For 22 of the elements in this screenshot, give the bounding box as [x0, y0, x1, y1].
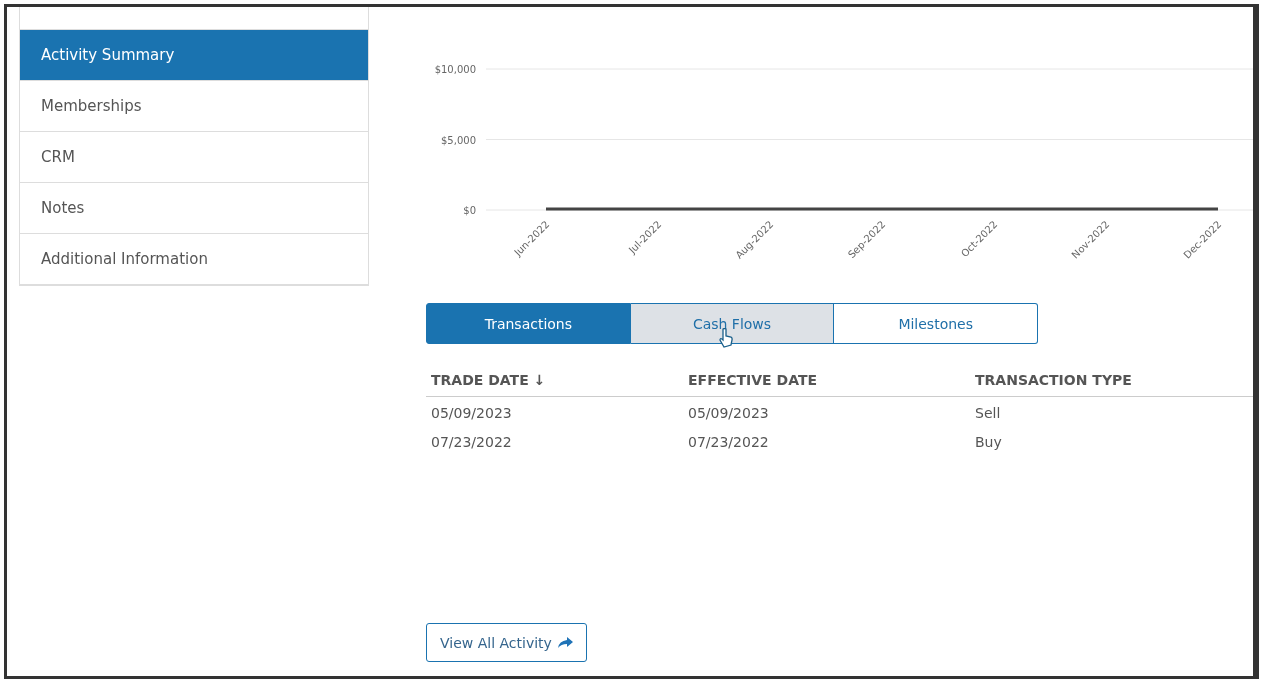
tab[interactable]: Milestones — [834, 303, 1038, 344]
hand-cursor-icon — [718, 328, 733, 348]
table-cell-text: Sell — [974, 405, 1002, 423]
table-cell-text: Buy — [974, 434, 1003, 452]
axis-label: $0 — [463, 205, 476, 216]
sidebar-item[interactable]: CRM — [20, 132, 368, 183]
column-header[interactable]: TRADE DATE ↓ — [426, 372, 683, 388]
table-cell-text: 07/23/2022 — [687, 434, 770, 452]
axis-label: $10,000 — [434, 64, 476, 75]
table-cell-text: 05/09/2023 — [430, 405, 513, 423]
tab[interactable]: Transactions — [426, 303, 631, 344]
table-cell-text: 05/09/2023 — [687, 405, 770, 423]
sidebar-item[interactable]: Additional Information — [20, 234, 368, 285]
axis-label: $5,000 — [441, 134, 476, 146]
sidebar-item[interactable]: Notes — [20, 183, 368, 234]
column-header[interactable]: EFFECTIVE DATE — [683, 372, 970, 388]
view-all-activity-button[interactable]: View All Activity — [426, 623, 587, 662]
column-header[interactable]: TRANSACTION TYPE — [970, 372, 1227, 388]
table-cell-text: 07/23/2022 — [430, 434, 513, 452]
share-arrow-icon — [557, 636, 573, 649]
sidebar-item[interactable]: Activity Summary — [20, 30, 368, 81]
sidebar-item[interactable]: Memberships — [20, 81, 368, 132]
